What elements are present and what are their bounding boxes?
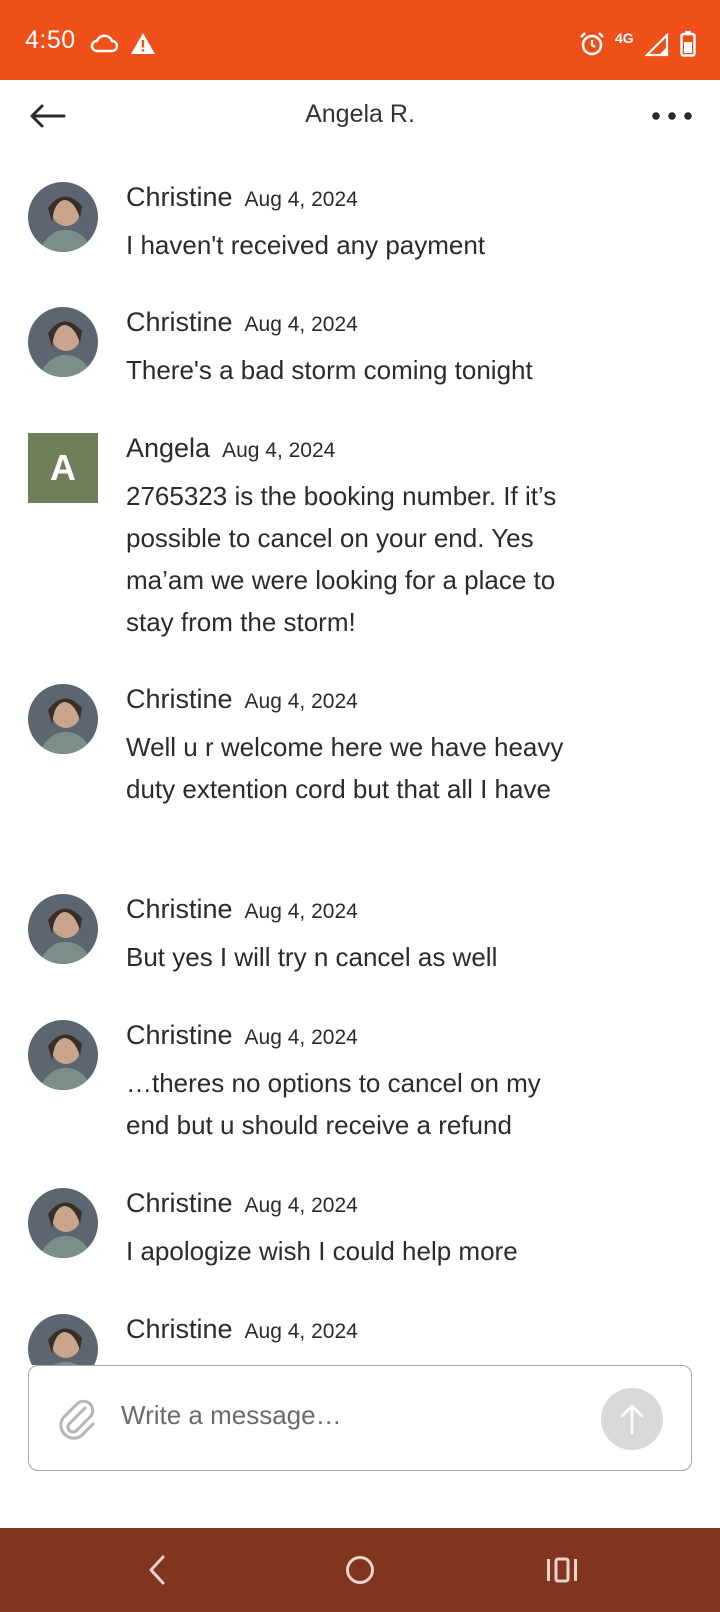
avatar — [28, 1314, 98, 1365]
warning-icon — [131, 33, 155, 54]
message-text: 2765323 is the booking number. If it’s p… — [126, 481, 557, 637]
send-button[interactable] — [601, 1388, 663, 1450]
avatar — [28, 1188, 98, 1258]
sender-name: Christine — [126, 684, 233, 714]
status-time: 4:50 — [25, 26, 76, 54]
message-text: There's a bad storm coming tonight — [126, 355, 533, 385]
message-date: Aug 4, 2024 — [244, 188, 358, 211]
sender-name: Christine — [126, 1314, 233, 1344]
message-text: Well u r welcome here we have heavy duty… — [126, 732, 564, 804]
sender-name: Christine — [126, 182, 233, 212]
alarm-icon — [580, 32, 604, 56]
avatar — [28, 182, 98, 252]
message-text: I haven't received any payment — [126, 230, 486, 260]
cloud-icon — [90, 34, 118, 53]
paperclip-icon — [59, 1399, 95, 1440]
sender-name: Christine — [126, 1188, 233, 1218]
avatar — [28, 1020, 98, 1090]
conversation-title: Angela R. — [305, 100, 415, 128]
message-text: …theres no options to cancel on my end b… — [126, 1068, 541, 1140]
more-horizontal-icon — [652, 112, 692, 120]
message-date: Aug 4, 2024 — [244, 313, 358, 336]
sender-name: Christine — [126, 894, 233, 924]
network-type: 4G — [615, 30, 634, 46]
sender-name: Christine — [126, 1020, 233, 1050]
message-date: Aug 4, 2024 — [244, 1194, 358, 1217]
back-nav-icon — [149, 1555, 165, 1585]
sender-name: Christine — [126, 307, 233, 337]
message-date: Aug 4, 2024 — [222, 439, 336, 462]
app-header: Angela R. — [0, 80, 720, 152]
message-date: Aug 4, 2024 — [244, 690, 358, 713]
avatar — [28, 894, 98, 964]
system-nav-bar — [0, 1528, 720, 1612]
message-text: I apologize wish I could help more — [126, 1236, 518, 1266]
battery-icon — [680, 31, 696, 57]
status-bar: 4:50 4G — [0, 0, 720, 80]
more-options-button[interactable] — [648, 94, 696, 138]
home-nav-icon — [346, 1556, 374, 1584]
arrow-up-icon — [620, 1404, 644, 1435]
sender-name: Angela — [126, 433, 211, 463]
message-list[interactable]: Christine Aug 4, 2024 I haven't received … — [0, 152, 720, 1365]
avatar: A — [28, 433, 98, 503]
message-text: But yes I will try n cancel as well — [126, 942, 498, 972]
nav-back-button[interactable] — [134, 1548, 182, 1592]
avatar — [28, 307, 98, 377]
attach-button[interactable] — [55, 1396, 99, 1444]
recents-nav-icon — [547, 1557, 577, 1583]
signal-icon — [645, 33, 669, 57]
nav-home-button[interactable] — [336, 1548, 384, 1592]
avatar — [28, 684, 98, 754]
message-date: Aug 4, 2024 — [244, 900, 358, 923]
message-date: Aug 4, 2024 — [244, 1320, 358, 1343]
nav-recents-button[interactable] — [538, 1548, 586, 1592]
message-input[interactable] — [121, 1390, 591, 1440]
message-date: Aug 4, 2024 — [244, 1026, 358, 1049]
message-composer — [28, 1365, 692, 1471]
